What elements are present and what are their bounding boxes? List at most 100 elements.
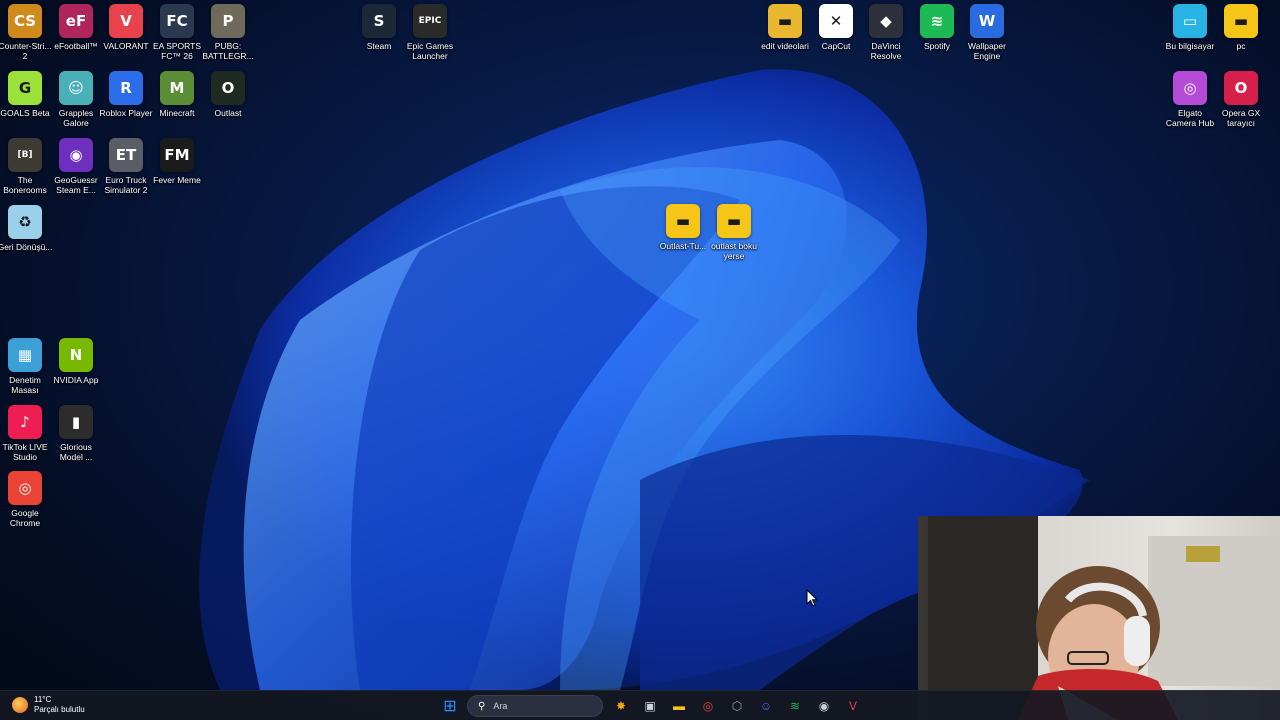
desktop-icon-label: Epic Games Launcher	[406, 41, 454, 61]
desktop-icon-edit-videolari[interactable]: ▬ edit videolari	[760, 4, 810, 51]
desktop-icon-valorant[interactable]: V VALORANT	[101, 4, 151, 51]
desktop-icon-geri-d-n[interactable]: ♻ Geri Dönüşü...	[0, 205, 53, 252]
ea-sports-fc-26-icon: FC	[160, 4, 194, 38]
taskbar-task-view-icon[interactable]: ▣	[638, 694, 662, 718]
weather-desc: Parçalı bulutlu	[34, 705, 85, 714]
taskbar-chrome-icon[interactable]: ◎	[696, 694, 720, 718]
desktop-icon-label: Roblox Player	[99, 108, 153, 118]
desktop-icon-label: DaVinci Resolve	[870, 41, 902, 61]
efootball-icon: eF	[59, 4, 93, 38]
bu-bilgisayar-icon: ▭	[1173, 4, 1207, 38]
desktop-icon-label: Fever Meme	[153, 175, 201, 185]
desktop-icon-label: Opera GX tarayıcı	[1221, 108, 1261, 128]
taskbar-apps: ✸ ▣ ▬ ◎ ⬡ ☺ ≋ ◉ V	[609, 694, 870, 718]
desktop-icon-label: GeoGuessr Steam E...	[54, 175, 98, 195]
desktop-icon-roblox-player[interactable]: R Roblox Player	[99, 71, 153, 118]
glorious-model-icon: ▮	[59, 405, 93, 439]
wallpaper-engine-icon: W	[970, 4, 1004, 38]
grapples-galore-icon: ☺	[59, 71, 93, 105]
desktop-icon-counter-stri-2[interactable]: CS Counter-Stri... 2	[0, 4, 52, 61]
desktop-icon-ea-sports-fc-26[interactable]: FC EA SPORTS FC™ 26	[152, 4, 202, 61]
desktop-icon-label: Minecraft	[159, 108, 195, 118]
desktop-icon-label: Euro Truck Simulator 2	[104, 175, 148, 195]
desktop-icon-label: Wallpaper Engine	[968, 41, 1006, 61]
desktop-icon-outlast[interactable]: O Outlast	[203, 71, 253, 118]
desktop-icon-label: Google Chrome	[9, 508, 41, 528]
desktop-icon-label: Elgato Camera Hub	[1165, 108, 1215, 128]
taskbar-center: ⊞ ⚲ Ara ✸ ▣ ▬ ◎ ⬡ ☺ ≋ ◉ V	[438, 694, 870, 718]
search-placeholder: Ara	[493, 701, 508, 711]
desktop-icon-label: Denetim Masası	[9, 375, 41, 395]
desktop-icon-euro-truck-simulator-2[interactable]: ET Euro Truck Simulator 2	[101, 138, 151, 195]
davinci-resolve-icon: ◆	[869, 4, 903, 38]
desktop-icon-geoguessr-steam-e[interactable]: ◉ GeoGuessr Steam E...	[51, 138, 101, 195]
desktop-icon-goals-beta[interactable]: G GOALS Beta	[0, 71, 50, 118]
desktop-icon-wallpaper-engine[interactable]: W Wallpaper Engine	[962, 4, 1012, 61]
desktop-icon-google-chrome[interactable]: ◎ Google Chrome	[0, 471, 50, 528]
desktop-icon-grapples-galore[interactable]: ☺ Grapples Galore	[51, 71, 101, 128]
counter-stri-2-icon: CS	[8, 4, 42, 38]
desktop-icon-label: The Bonerooms	[3, 175, 47, 195]
taskbar-winamp-icon[interactable]: ✸	[609, 694, 633, 718]
desktop-icon-label: Glorious Model ...	[59, 442, 93, 462]
desktop-icon-bu-bilgisayar[interactable]: ▭ Bu bilgisayar	[1165, 4, 1215, 51]
desktop-icon-spotify[interactable]: ≋ Spotify	[912, 4, 962, 51]
desktop-icon-label: CapCut	[821, 41, 851, 51]
desktop-icon-opera-gx-taray-c[interactable]: O Opera GX tarayıcı	[1216, 71, 1266, 128]
pc-icon: ▬	[1224, 4, 1258, 38]
steam-icon: S	[362, 4, 396, 38]
desktop-icon-outlast-boku-yerse[interactable]: ▬ outlast boku yerse	[709, 204, 759, 261]
desktop-icon-label: GOALS Beta	[0, 108, 50, 118]
taskbar-valorant-icon[interactable]: V	[841, 694, 865, 718]
desktop-icon-efootball[interactable]: eF eFootball™	[51, 4, 101, 51]
desktop-icon-denetim-masas[interactable]: ▦ Denetim Masası	[0, 338, 50, 395]
desktop-icon-outlast-tu[interactable]: ▬ Outlast-Tu...	[658, 204, 708, 251]
desktop-icon-fever-meme[interactable]: FM Fever Meme	[152, 138, 202, 185]
desktop-icon-pubg-battlegr[interactable]: P PUBG: BATTLEGR...	[202, 4, 254, 61]
desktop-icon-label: PUBG: BATTLEGR...	[202, 41, 254, 61]
desktop-icon-label: outlast boku yerse	[711, 241, 757, 261]
taskbar-file-explorer-icon[interactable]: ▬	[667, 694, 691, 718]
desktop-icon-nvidia-app[interactable]: N NVIDIA App	[51, 338, 101, 385]
the-bonerooms-icon: [B]	[8, 138, 42, 172]
weather-temp: 11°C	[34, 695, 52, 704]
desktop-icon-label: Counter-Stri... 2	[0, 41, 52, 61]
outlast-tu-icon: ▬	[666, 204, 700, 238]
pubg-battlegr-icon: P	[211, 4, 245, 38]
desktop-icon-label: Outlast	[214, 108, 242, 118]
weather-icon	[12, 697, 28, 713]
search-icon: ⚲	[478, 700, 486, 712]
desktop-icon-label: Grapples Galore	[58, 108, 94, 128]
fever-meme-icon: FM	[160, 138, 194, 172]
search-box[interactable]: ⚲ Ara	[467, 695, 603, 717]
desktop-icon-label: pc	[1236, 41, 1246, 51]
valorant-icon: V	[109, 4, 143, 38]
desktop-icon-davinci-resolve[interactable]: ◆ DaVinci Resolve	[861, 4, 911, 61]
desktop-icon-label: Bu bilgisayar	[1165, 41, 1215, 51]
start-button[interactable]: ⊞	[438, 694, 462, 718]
spotify-icon: ≋	[920, 4, 954, 38]
outlast-boku-yerse-icon: ▬	[717, 204, 751, 238]
desktop-icon-tiktok-live-studio[interactable]: ♪ TikTok LIVE Studio	[0, 405, 50, 462]
taskbar-obs-icon[interactable]: ◉	[812, 694, 836, 718]
desktop-icon-epic-games-launcher[interactable]: EPIC Epic Games Launcher	[405, 4, 455, 61]
desktop-icon-the-bonerooms[interactable]: [B] The Bonerooms	[0, 138, 50, 195]
weather-widget[interactable]: 11°C Parçalı bulutlu	[12, 695, 85, 715]
taskbar-discord-icon[interactable]: ☺	[754, 694, 778, 718]
desktop-icon-label: Geri Dönüşü...	[0, 242, 53, 252]
elgato-camera-hub-icon: ◎	[1173, 71, 1207, 105]
desktop-icon-minecraft[interactable]: M Minecraft	[152, 71, 202, 118]
desktop-icon-capcut[interactable]: ✕ CapCut	[811, 4, 861, 51]
roblox-player-icon: R	[109, 71, 143, 105]
desktop-icon-glorious-model[interactable]: ▮ Glorious Model ...	[51, 405, 101, 462]
desktop-icon-label: NVIDIA App	[53, 375, 99, 385]
desktop-icon-elgato-camera-hub[interactable]: ◎ Elgato Camera Hub	[1165, 71, 1215, 128]
desktop-icon-label: eFootball™	[54, 41, 98, 51]
taskbar-spotify-icon[interactable]: ≋	[783, 694, 807, 718]
mouse-cursor-icon	[806, 589, 818, 607]
denetim-masas-icon: ▦	[8, 338, 42, 372]
outlast-icon: O	[211, 71, 245, 105]
taskbar-app-dark-icon[interactable]: ⬡	[725, 694, 749, 718]
desktop-icon-steam[interactable]: S Steam	[354, 4, 404, 51]
desktop-icon-pc[interactable]: ▬ pc	[1216, 4, 1266, 51]
